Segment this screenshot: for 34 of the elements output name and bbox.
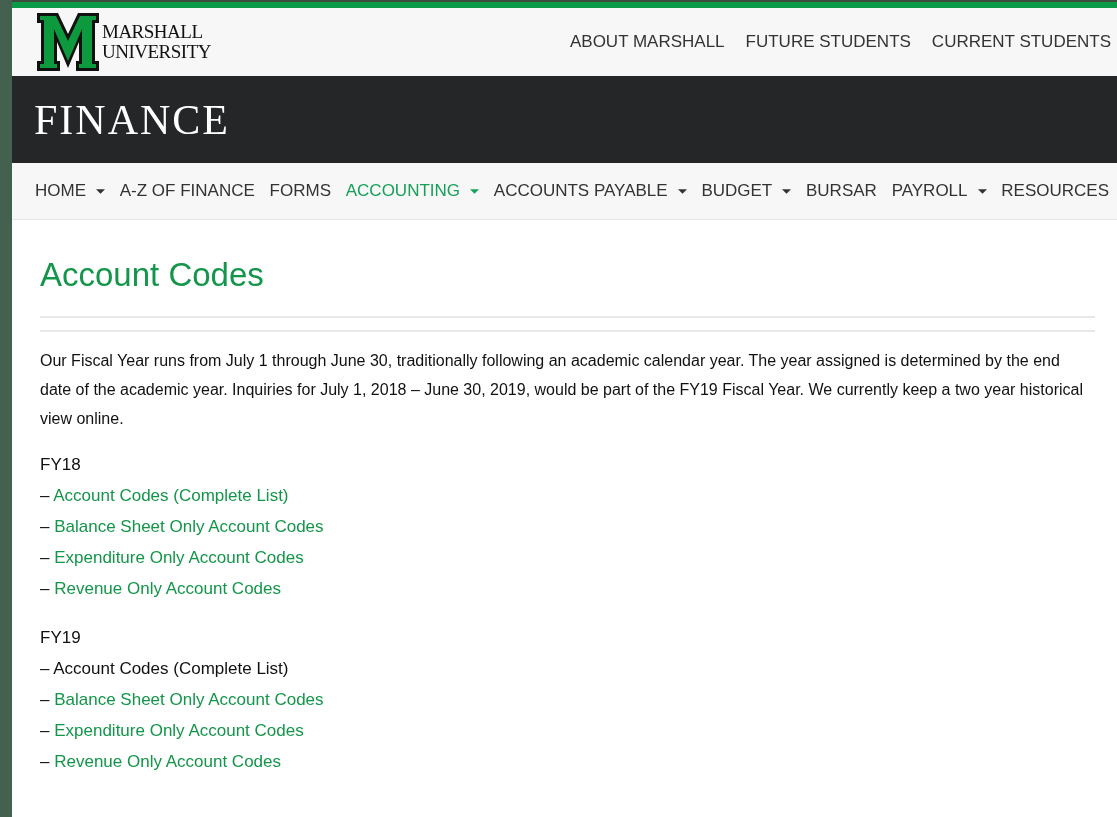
list-item-text: – Account Codes (Complete List): [40, 658, 290, 680]
account-codes-link[interactable]: Account Codes (Complete List): [53, 486, 289, 505]
nav-menu-item[interactable]: BUDGET: [701, 181, 792, 201]
account-codes-link[interactable]: Expenditure Only Account Codes: [54, 548, 304, 567]
list-dash: –: [40, 579, 50, 598]
account-codes-link[interactable]: Balance Sheet Only Account Codes: [54, 517, 324, 536]
top-nav-link[interactable]: CURRENT STUDENTS: [931, 32, 1111, 52]
nav-menu-item[interactable]: BURSAR: [806, 181, 877, 201]
nav-menu-item[interactable]: FORMS: [269, 181, 331, 201]
fiscal-year-label: FY18: [40, 454, 82, 476]
list-dash: –: [40, 721, 50, 740]
list-dash: –: [40, 548, 50, 567]
account-codes-link[interactable]: Revenue Only Account Codes: [54, 752, 281, 771]
banner-title: FINANCE: [34, 95, 230, 144]
intro-paragraph: Our Fiscal Year runs from July 1 through June 30, traditionally following an academic calendar year. The year assigned is determined by the end date of the academic year. Inquiries for July 1, 2018 – June 30, 2019, would be part of the FY19 Fiscal Year. We currently keep a two year historical view online.: [40, 351, 1084, 429]
logo-wordmark[interactable]: UNIVERSITY: [102, 42, 211, 62]
nav-menu-item[interactable]: ACCOUNTS PAYABLE: [493, 181, 687, 201]
top-nav-link[interactable]: FUTURE STUDENTS: [745, 32, 911, 52]
list-dash: –: [40, 690, 50, 709]
account-codes-link[interactable]: Balance Sheet Only Account Codes: [54, 690, 324, 709]
account-codes-link[interactable]: Expenditure Only Account Codes: [54, 721, 304, 740]
top-nav-link[interactable]: ABOUT MARSHALL: [569, 32, 725, 52]
nav-menu-item[interactable]: A-Z OF FINANCE: [119, 181, 255, 201]
logo-wordmark[interactable]: MARSHALL: [102, 22, 211, 42]
account-codes-link[interactable]: Revenue Only Account Codes: [54, 579, 281, 598]
list-dash: –: [40, 517, 50, 536]
nav-menu-item[interactable]: PAYROLL: [891, 181, 987, 201]
nav-menu-item[interactable]: HOME: [35, 181, 105, 201]
nav-menu-item[interactable]: RESOURCES: [1001, 181, 1109, 201]
page-heading: Account Codes: [40, 256, 1095, 318]
list-dash: –: [40, 752, 50, 771]
list-dash: –: [40, 486, 50, 505]
fiscal-year-label: FY19: [40, 627, 82, 649]
letter-m-logo-icon[interactable]: [36, 12, 100, 72]
